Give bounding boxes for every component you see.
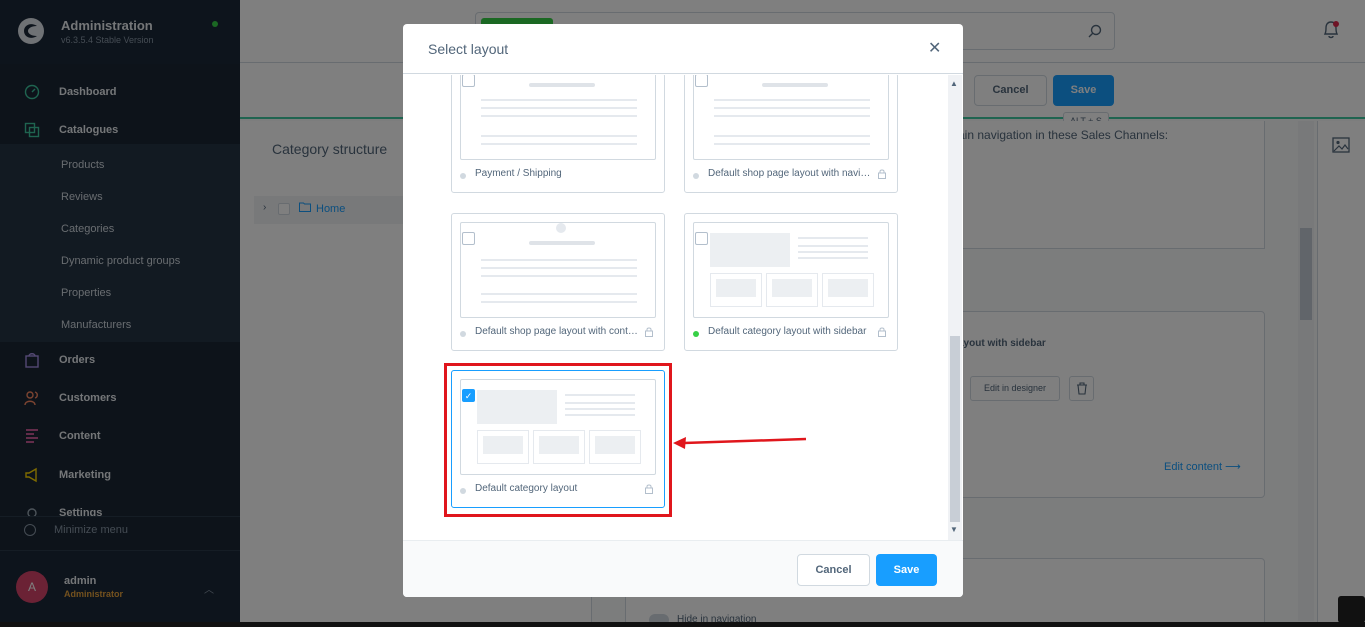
layout-status-dot — [460, 173, 466, 179]
layout-label: Default shop page layout with navigation — [708, 168, 874, 179]
layout-status-dot — [693, 173, 699, 179]
layout-checkbox[interactable] — [695, 232, 708, 245]
layout-checkbox[interactable] — [462, 232, 475, 245]
modal-body: Payment / Shipping Default shop page lay… — [403, 75, 963, 540]
layout-card-payment-shipping[interactable]: Payment / Shipping — [451, 75, 665, 193]
modal-cancel-button[interactable]: Cancel — [797, 554, 870, 586]
layout-checkbox[interactable] — [462, 75, 475, 87]
layout-status-dot — [460, 331, 466, 337]
modal-title: Select layout — [428, 41, 509, 57]
layout-label: Payment / Shipping — [475, 168, 562, 179]
layout-preview — [460, 75, 656, 160]
layout-preview — [693, 75, 889, 160]
modal-scrollbar-thumb[interactable] — [950, 336, 960, 522]
layout-card-shop-page-navigation[interactable]: Default shop page layout with navigation — [684, 75, 898, 193]
layout-status-dot-active — [693, 331, 699, 337]
layout-preview — [460, 222, 656, 318]
layout-status-dot — [460, 488, 466, 494]
layout-label: Default shop page layout with contact fo… — [475, 326, 641, 337]
select-layout-modal: Select layout ✕ Payment / Shipping Defau… — [403, 24, 963, 597]
layout-card-category-default[interactable]: ✓ Default category layout — [451, 370, 665, 508]
layout-preview — [693, 222, 889, 318]
layout-card-category-sidebar[interactable]: Default category layout with sidebar — [684, 213, 898, 351]
lock-icon — [645, 484, 653, 494]
scroll-up-icon[interactable]: ▲ — [950, 79, 958, 88]
lock-icon — [645, 327, 653, 337]
modal-header: Select layout ✕ — [403, 24, 963, 74]
layout-label: Default category layout — [475, 483, 578, 494]
scroll-down-icon[interactable]: ▼ — [950, 525, 958, 534]
layout-label: Default category layout with sidebar — [708, 326, 867, 337]
lock-icon — [878, 327, 886, 337]
close-icon[interactable]: ✕ — [928, 38, 941, 58]
layout-checkbox-checked[interactable]: ✓ — [462, 389, 475, 402]
layout-preview — [460, 379, 656, 475]
layout-card-shop-page-contact[interactable]: Default shop page layout with contact fo… — [451, 213, 665, 351]
modal-footer: Cancel Save — [403, 540, 963, 597]
lock-icon — [878, 169, 886, 179]
modal-save-button[interactable]: Save — [876, 554, 937, 586]
layout-checkbox[interactable] — [695, 75, 708, 87]
